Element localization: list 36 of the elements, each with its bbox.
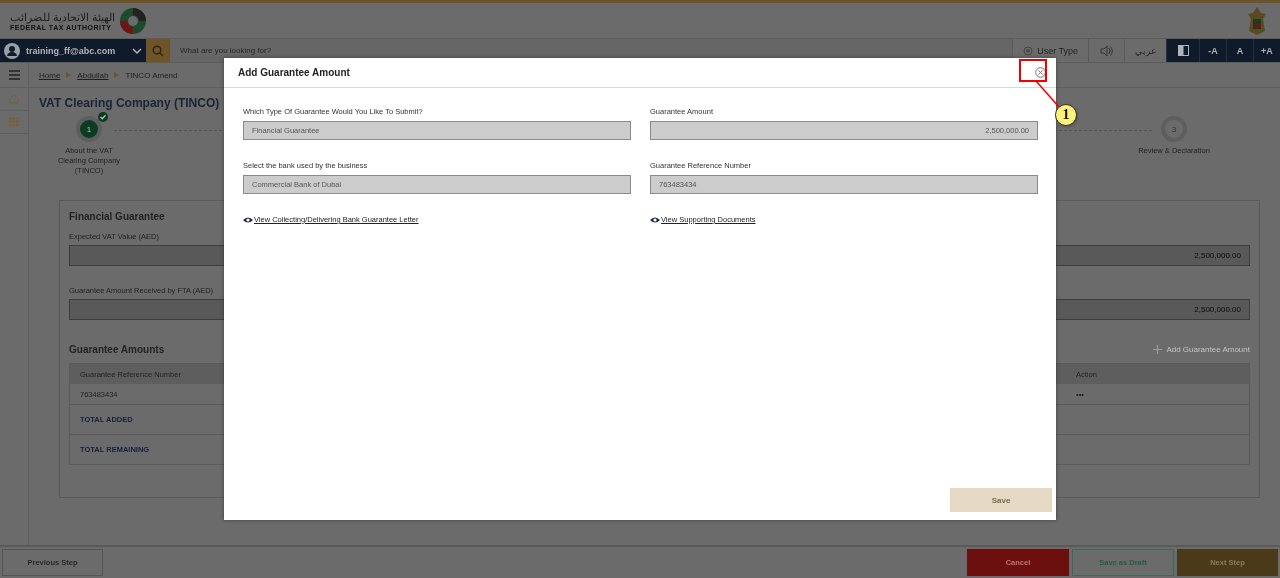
search-icon bbox=[152, 44, 164, 57]
breadcrumb-link[interactable]: Abdullah bbox=[77, 70, 109, 80]
close-button[interactable] bbox=[1035, 67, 1046, 78]
speaker-icon bbox=[1099, 44, 1114, 57]
breadcrumb-arrow-icon bbox=[114, 72, 120, 78]
callout-number: 1 bbox=[1055, 104, 1077, 126]
plus-icon bbox=[1153, 345, 1163, 354]
callout-marker-drawing bbox=[1019, 59, 1061, 108]
logo-arabic-text: الهيئة الاتحادية للضرائب bbox=[10, 10, 116, 24]
section-title: Guarantee Amounts bbox=[69, 344, 165, 355]
eye-icon bbox=[650, 215, 660, 224]
breadcrumb-current: TINCO Amend bbox=[125, 70, 178, 80]
font-size-button[interactable]: +A bbox=[1253, 39, 1280, 62]
logo-emblem-icon bbox=[119, 6, 148, 35]
dialog-title: Add Guarantee Amount bbox=[238, 67, 350, 78]
page-title: VAT Clearing Company (TINCO) bbox=[39, 96, 221, 110]
breadcrumb-arrow-icon bbox=[66, 72, 72, 78]
eye-icon bbox=[243, 215, 253, 224]
gear-icon bbox=[1023, 45, 1034, 56]
step-number: 1 bbox=[76, 116, 102, 142]
check-icon bbox=[98, 112, 108, 122]
user-email: training_ff@abc.com bbox=[26, 45, 117, 56]
close-icon bbox=[1035, 67, 1046, 78]
user-menu[interactable]: training_ff@abc.com bbox=[0, 39, 146, 62]
add-guarantee-link[interactable]: Add Guarantee Amount bbox=[1153, 345, 1250, 354]
contrast-icon bbox=[1177, 45, 1189, 56]
search-button[interactable] bbox=[146, 39, 170, 62]
font-size-button[interactable]: -A bbox=[1199, 39, 1226, 62]
menu-icon[interactable] bbox=[8, 70, 20, 80]
user-avatar-icon bbox=[4, 42, 20, 59]
contrast-button[interactable] bbox=[1166, 39, 1199, 62]
save-button[interactable]: Save bbox=[950, 488, 1052, 512]
font-size-button[interactable]: A bbox=[1226, 39, 1253, 62]
card-title: Financial Guarantee bbox=[69, 211, 165, 222]
breadcrumb-link[interactable]: Home bbox=[39, 70, 61, 80]
chevron-down-icon bbox=[132, 46, 142, 55]
